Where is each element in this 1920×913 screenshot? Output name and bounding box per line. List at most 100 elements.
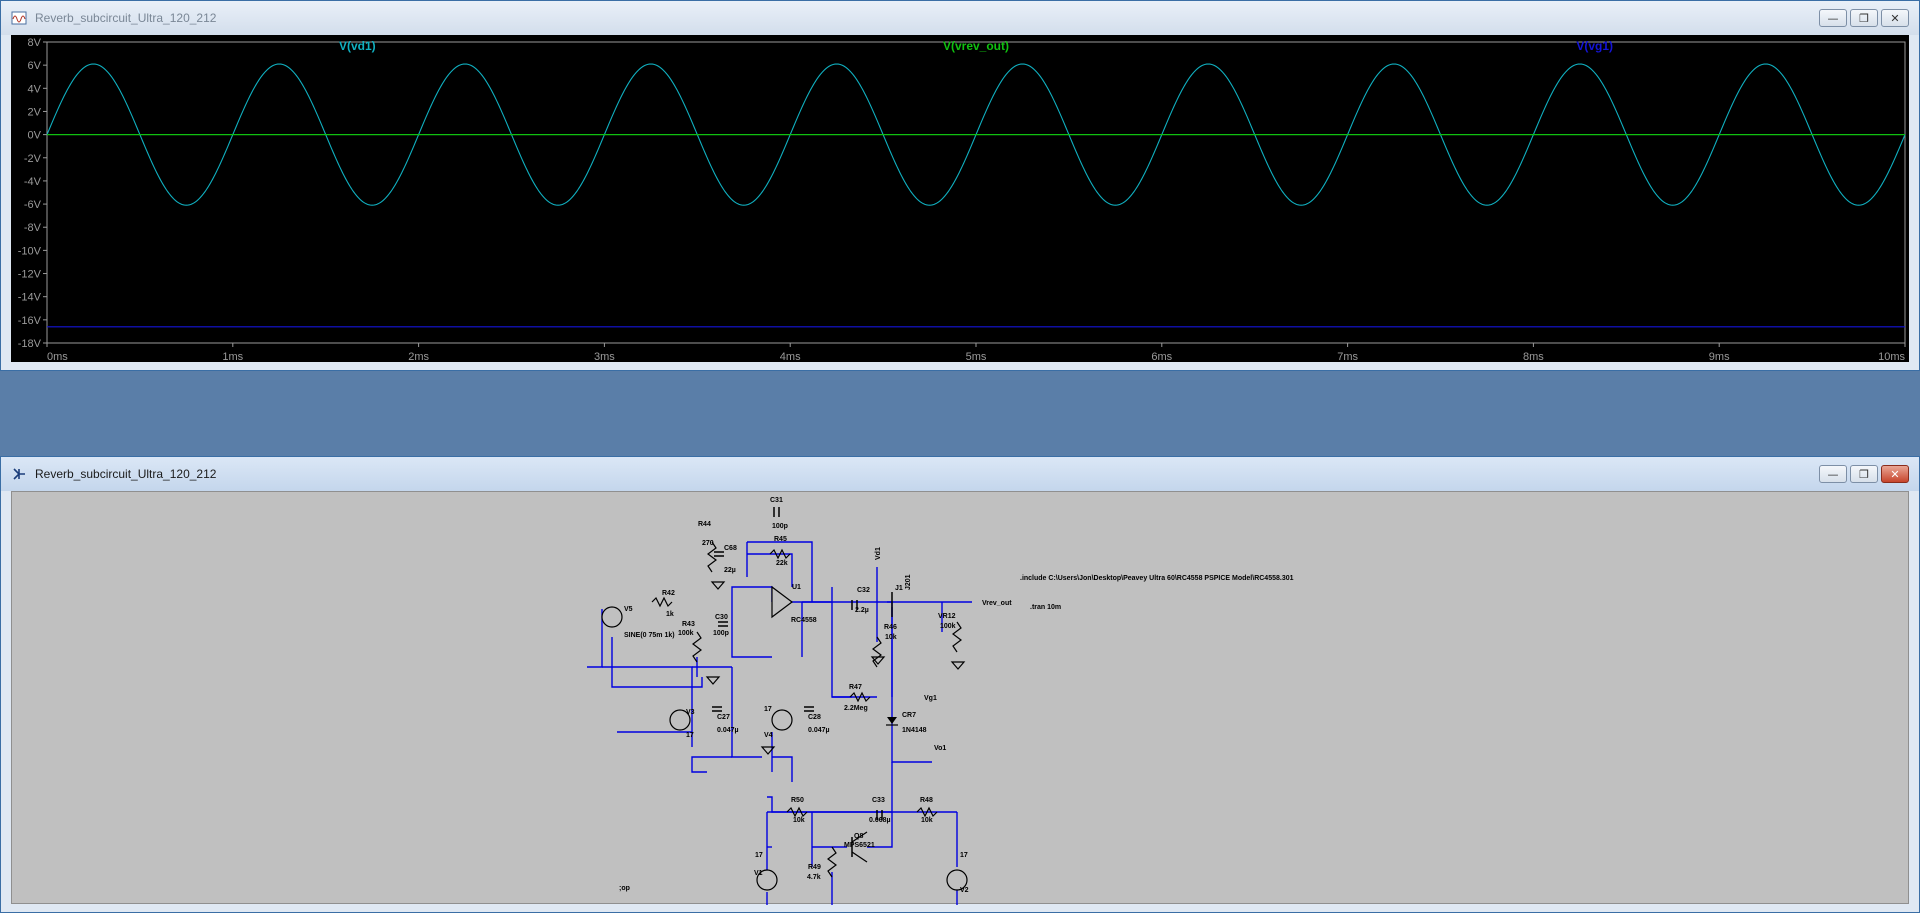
c32-value: 2.2µ (855, 607, 869, 614)
c31-value: 100p (772, 523, 788, 530)
trace-label-v-vrev-out-: V(vrev_out) (943, 39, 1009, 53)
x-tick-label: 8ms (1523, 351, 1544, 363)
q8-label: Q8 (854, 833, 863, 840)
restore-button[interactable]: ❐ (1850, 465, 1878, 483)
y-tick-label: -2V (24, 153, 42, 165)
cr7-label: CR7 (902, 712, 916, 719)
close-button[interactable]: ✕ (1881, 465, 1909, 483)
c27-label: C27 (717, 714, 730, 721)
y-tick-label: -10V (18, 245, 42, 257)
r42-label: R42 (662, 590, 675, 597)
vd1-label: Vd1 (875, 547, 882, 560)
r49-label: R49 (808, 864, 821, 871)
schematic-drawing[interactable]: R44 270 C31 100p R45 22k C68 22µ U1 RC45… (12, 492, 1910, 913)
r44-label: R44 (698, 521, 711, 528)
schematic-window-title: Reverb_subcircuit_Ultra_120_212 (35, 467, 217, 481)
j1-model: J201 (905, 574, 912, 590)
r43-label: R43 (682, 621, 695, 628)
v3-value: 17 (686, 732, 694, 739)
j1-label: J1 (895, 585, 903, 592)
waveform-plot[interactable]: 8V 6V 4V 2V 0V -2V -4V -6V -8V -10V -12V -14V -16V -1… (11, 35, 1909, 363)
y-tick-label: -8V (24, 222, 42, 234)
y-tick-label: 4V (28, 83, 42, 95)
r49-value: 4.7k (807, 874, 821, 881)
trace-label-v-vg1-: V(vg1) (1576, 39, 1613, 53)
x-tick-label: 4ms (780, 351, 801, 363)
y-tick-label: -6V (24, 199, 42, 211)
minimize-button[interactable]: — (1819, 9, 1847, 27)
vrev-out-label: Vrev_out (982, 600, 1012, 607)
u1-label: U1 (792, 584, 801, 591)
v5-label: V5 (624, 606, 633, 613)
r45-label: R45 (774, 536, 787, 543)
c32-label: C32 (857, 587, 870, 594)
y-tick-label: 6V (28, 60, 42, 72)
r45-value: 22k (776, 560, 788, 567)
schematic-titlebar[interactable]: Reverb_subcircuit_Ultra_120_212 — ❐ ✕ (1, 457, 1919, 491)
waveform-app-icon (11, 11, 27, 25)
waveform-window[interactable]: Reverb_subcircuit_Ultra_120_212 — ❐ ✕ 8V… (0, 0, 1920, 371)
x-tick-label: 7ms (1337, 351, 1358, 363)
plot-pane[interactable]: 8V 6V 4V 2V 0V -2V -4V -6V -8V -10V -12V -14V -16V -1… (11, 35, 1909, 363)
x-tick-label: 3ms (594, 351, 615, 363)
minimize-button[interactable]: — (1819, 465, 1847, 483)
r43-value: 100k (678, 630, 694, 637)
x-tick-label: 2ms (408, 351, 429, 363)
y-tick-label: 8V (28, 37, 42, 49)
close-button[interactable]: ✕ (1881, 9, 1909, 27)
restore-button[interactable]: ❐ (1850, 9, 1878, 27)
v3-label: V3 (686, 709, 695, 716)
r50-label: R50 (791, 797, 804, 804)
y-tick-label: 0V (28, 130, 42, 142)
r47-label: R47 (849, 684, 862, 691)
vr12-value: 100k (940, 623, 956, 630)
v1-value: 17 (755, 852, 763, 859)
y-tick-label: -4V (24, 176, 42, 188)
vr12-label: VR12 (938, 613, 956, 620)
u1-model: RC4558 (791, 617, 817, 624)
y-tick-label: -18V (18, 338, 42, 350)
x-tick-label: 5ms (966, 351, 987, 363)
schematic-canvas[interactable]: R44 270 C31 100p R45 22k C68 22µ U1 RC45… (11, 491, 1910, 913)
r48-label: R48 (920, 797, 933, 804)
c68-value: 22µ (724, 567, 736, 574)
schematic-app-icon (13, 468, 25, 480)
y-tick-label: 2V (28, 106, 42, 118)
v2-label: V2 (960, 887, 969, 894)
waveform-window-title: Reverb_subcircuit_Ultra_120_212 (35, 11, 217, 25)
schematic-window[interactable]: Reverb_subcircuit_Ultra_120_212 — ❐ ✕ R4… (0, 456, 1920, 913)
cr7-model: 1N4148 (902, 727, 927, 734)
op-directive: ;op (619, 885, 630, 892)
q8-model: MPS6521 (844, 842, 875, 849)
r46-value: 10k (885, 634, 897, 641)
vg1-label: Vg1 (924, 695, 937, 702)
plot-frame (46, 41, 1906, 344)
x-tick-label: 6ms (1151, 351, 1172, 363)
v1-label: V1 (754, 870, 763, 877)
c30-label: C30 (715, 614, 728, 621)
waveform-titlebar[interactable]: Reverb_subcircuit_Ultra_120_212 — ❐ ✕ (1, 1, 1919, 35)
x-tick-label: 0ms (47, 351, 68, 363)
c30-value: 100p (713, 630, 729, 637)
x-tick-label: 9ms (1709, 351, 1730, 363)
trace-label-v-vd1-: V(vd1) (339, 39, 376, 53)
y-tick-label: -16V (18, 315, 42, 327)
v2-value: 17 (960, 852, 968, 859)
r48-value: 10k (921, 817, 933, 824)
vo1-label: Vo1 (934, 745, 946, 752)
v4-label: V4 (764, 732, 773, 739)
x-tick-label: 10ms (1878, 351, 1905, 363)
c28-value: 0.047µ (808, 727, 830, 734)
tran-directive: .tran 10m (1030, 604, 1061, 611)
r46-label: R46 (884, 624, 897, 631)
include-directive: .include C:\Users\Jon\Desktop\Peavey Ult… (1020, 575, 1294, 582)
c31-label: C31 (770, 497, 783, 504)
r47-value: 2.2Meg (844, 705, 868, 712)
y-tick-label: -14V (18, 292, 42, 304)
r44-value: 270 (702, 540, 714, 547)
c28-label: C28 (808, 714, 821, 721)
r42-value: 1k (666, 611, 674, 618)
c68-label: C68 (724, 545, 737, 552)
y-tick-label: -12V (18, 269, 42, 281)
r50-value: 10k (793, 817, 805, 824)
